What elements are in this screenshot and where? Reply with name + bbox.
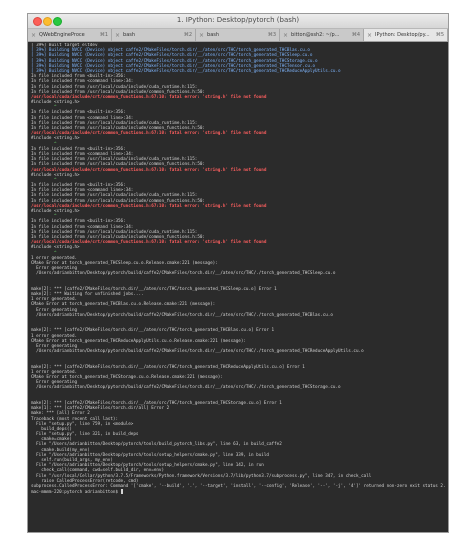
tab-label: bash xyxy=(123,32,136,38)
text-cursor xyxy=(120,489,124,494)
tab-shortcut: ⌘3 xyxy=(267,32,276,38)
close-tab-icon[interactable]: × xyxy=(31,32,36,39)
close-tab-icon[interactable]: × xyxy=(199,32,204,39)
tab-5[interactable]: × IPython: Desktop/py... ⌘5 xyxy=(364,29,448,41)
tab-1[interactable]: × QWebEngineProce ⌘1 xyxy=(28,29,112,41)
close-tab-icon[interactable]: × xyxy=(367,32,372,39)
close-tab-icon[interactable]: × xyxy=(283,32,288,39)
tab-label: bash xyxy=(207,32,220,38)
tab-shortcut: ⌘1 xyxy=(99,32,108,38)
tab-3[interactable]: × bash ⌘3 xyxy=(196,29,280,41)
shell-prompt: mac-mmmm-220:pytorch adrianbitton$ xyxy=(31,489,121,495)
tab-4[interactable]: × bitton@ssh2: ~/p... ⌘4 xyxy=(280,29,364,41)
tab-bar: × QWebEngineProce ⌘1 × bash ⌘2 × bash ⌘3 × bitton@… xyxy=(28,29,448,42)
close-tab-icon[interactable]: × xyxy=(115,32,120,39)
tab-shortcut: ⌘4 xyxy=(351,32,360,38)
tab-shortcut: ⌘5 xyxy=(435,32,444,38)
tab-label: QWebEngineProce xyxy=(39,32,85,38)
terminal-window: 1. IPython: Desktop/pytorch (bash) × QWeb… xyxy=(27,13,449,533)
tab-shortcut: ⌘2 xyxy=(183,32,192,38)
window-title: 1. IPython: Desktop/pytorch (bash) xyxy=(176,16,300,24)
tab-label: IPython: Desktop/py... xyxy=(375,32,430,38)
tab-label: bitton@ssh2: ~/p... xyxy=(291,32,340,38)
shell-prompt-line[interactable]: mac-mmmm-220:pytorch adrianbitton$ xyxy=(31,489,445,495)
tab-2[interactable]: × bash ⌘2 xyxy=(112,29,196,41)
title-bar: 1. IPython: Desktop/pytorch (bash) xyxy=(28,14,448,29)
terminal-output[interactable]: [ 39%] Built target eltdev[ 39%] Buildin… xyxy=(31,43,445,530)
